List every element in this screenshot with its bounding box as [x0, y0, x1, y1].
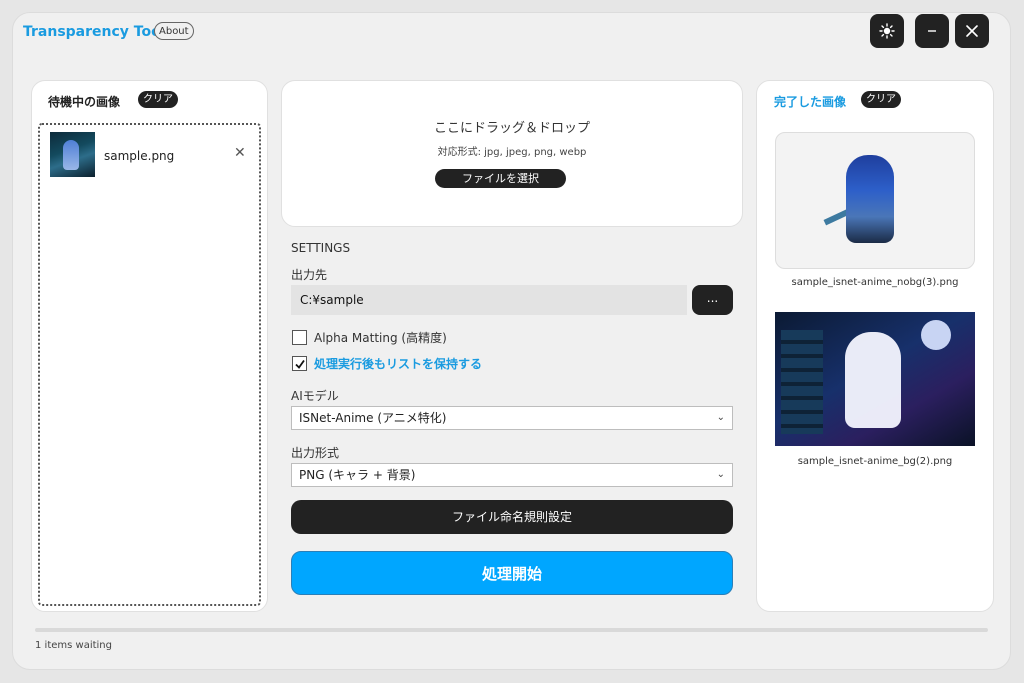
alpha-matting-checkbox[interactable] — [292, 330, 307, 345]
chevron-down-icon: ⌄ — [716, 412, 725, 423]
dropzone-title: ここにドラッグ＆ドロップ — [433, 121, 590, 136]
close-button[interactable] — [955, 14, 989, 48]
app-title: Transparency Tool — [23, 24, 166, 40]
format-select[interactable]: PNG (キャラ + 背景) ⌄ — [291, 463, 733, 487]
completed-title: 完了した画像 — [774, 95, 847, 109]
select-file-button[interactable]: ファイルを選択 — [435, 169, 566, 188]
close-icon[interactable]: ✕ — [234, 145, 246, 161]
queue-title: 待機中の画像 — [48, 95, 121, 109]
queue-list: sample.png ✕ — [38, 123, 261, 606]
result-image-nobg[interactable] — [775, 132, 975, 269]
list-item[interactable]: sample.png ✕ — [50, 132, 250, 180]
queue-panel: 待機中の画像 クリア sample.png ✕ — [31, 80, 268, 612]
browse-button[interactable]: ... — [692, 285, 733, 315]
naming-rules-button[interactable]: ファイル命名規則設定 — [291, 500, 733, 534]
completed-item-name: sample_isnet-anime_bg(2).png — [797, 456, 953, 467]
chevron-down-icon: ⌄ — [716, 469, 725, 480]
dropzone-formats: 対応形式: jpg, jpeg, png, webp — [437, 147, 587, 158]
drop-zone[interactable]: ここにドラッグ＆ドロップ 対応形式: jpg, jpeg, png, webp … — [281, 80, 743, 227]
format-label: 出力形式 — [291, 446, 340, 460]
status-text: 1 items waiting — [35, 640, 112, 651]
start-processing-button[interactable]: 処理開始 — [291, 551, 733, 595]
completed-item-name: sample_isnet-anime_nobg(3).png — [791, 277, 959, 288]
progress-bar — [35, 628, 988, 632]
minimize-button[interactable] — [915, 14, 949, 48]
queue-clear-button[interactable]: クリア — [138, 91, 178, 108]
completed-clear-button[interactable]: クリア — [861, 91, 901, 108]
alpha-matting-label: Alpha Matting (高精度) — [314, 331, 447, 345]
model-select[interactable]: ISNet-Anime (アニメ特化) ⌄ — [291, 406, 733, 430]
keep-list-label: 処理実行後もリストを保持する — [314, 357, 483, 371]
close-icon — [966, 25, 978, 37]
queue-thumbnail — [50, 132, 95, 177]
about-button[interactable]: About — [154, 22, 194, 40]
theme-toggle-button[interactable] — [870, 14, 904, 48]
model-label: AIモデル — [291, 389, 339, 403]
minimize-icon — [928, 30, 936, 32]
model-value: ISNet-Anime (アニメ特化) — [299, 411, 447, 425]
check-icon — [294, 359, 305, 369]
sun-icon — [879, 23, 895, 39]
format-value: PNG (キャラ + 背景) — [299, 468, 416, 482]
queue-item-name: sample.png — [104, 149, 175, 163]
settings-title: SETTINGS — [291, 241, 351, 255]
output-label: 出力先 — [291, 268, 328, 282]
result-image-bg[interactable] — [775, 312, 975, 446]
keep-list-checkbox[interactable] — [292, 356, 307, 371]
output-path-field[interactable]: C:¥sample — [291, 285, 687, 315]
